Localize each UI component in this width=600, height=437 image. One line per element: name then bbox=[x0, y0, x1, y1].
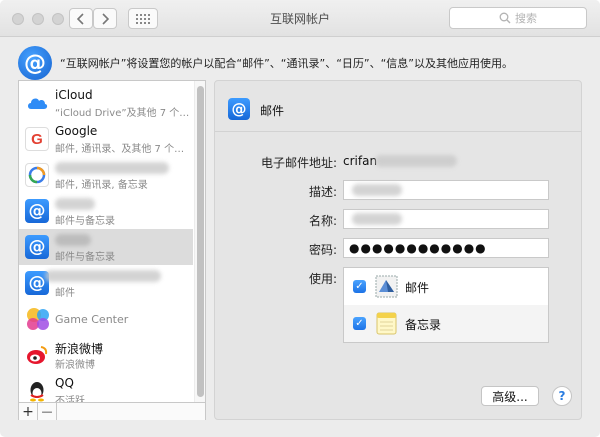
mail-checkbox[interactable]: ✓ bbox=[353, 280, 366, 293]
use-apps-list: ✓ 邮件 ✓ 备忘录 bbox=[343, 267, 549, 343]
account-detail: 邮件, 通讯录, 备忘录 bbox=[55, 180, 148, 191]
account-detail: 邮件与备忘录 bbox=[55, 216, 115, 227]
email-address-value: crifan bbox=[343, 154, 378, 168]
description-field[interactable] bbox=[343, 180, 549, 200]
account-list[interactable]: iCloud “iCloud Drive”及其他 7 个… G Google 邮… bbox=[18, 80, 206, 420]
redacted-account-name bbox=[55, 234, 91, 246]
account-list-scrollbar[interactable] bbox=[194, 81, 205, 402]
account-name: Google bbox=[55, 124, 98, 138]
info-description: “互联网帐户”将设置您的帐户以配合“邮件”、“通讯录”、“日历”、“信息”以及其… bbox=[60, 57, 513, 70]
remove-account-button[interactable]: — bbox=[38, 403, 57, 420]
redacted-email bbox=[375, 155, 457, 167]
title-bar: 互联网帐户 搜索 bbox=[0, 0, 600, 37]
account-detail: 邮件, 通讯录、及其他 7 个… bbox=[55, 144, 185, 155]
game-center-icon bbox=[25, 307, 49, 331]
redacted-account-name bbox=[55, 198, 95, 210]
at-mail-icon: @ bbox=[228, 98, 250, 120]
help-button[interactable]: ? bbox=[552, 386, 572, 406]
at-mail-icon: @ bbox=[25, 235, 49, 259]
search-icon bbox=[499, 12, 511, 24]
search-field[interactable]: 搜索 bbox=[449, 7, 587, 29]
account-detail: 邮件 bbox=[55, 288, 75, 299]
account-item-google[interactable]: G Google 邮件, 通讯录、及其他 7 个… bbox=[19, 121, 193, 157]
name-label: 名称: bbox=[308, 214, 337, 228]
account-item-mail-2-selected[interactable]: @ 邮件与备忘录 bbox=[19, 229, 193, 265]
mail-stamp-icon bbox=[374, 274, 399, 299]
account-item-game-center[interactable]: Game Center bbox=[19, 301, 193, 337]
notes-app-label: 备忘录 bbox=[405, 318, 442, 332]
notes-checkbox[interactable]: ✓ bbox=[353, 317, 366, 330]
qq-icon bbox=[25, 379, 49, 403]
account-name: QQ bbox=[55, 376, 74, 390]
account-item-mail-3[interactable]: @ 邮件 bbox=[19, 265, 193, 301]
icloud-icon bbox=[25, 91, 49, 115]
advanced-button[interactable]: 高级... bbox=[481, 386, 539, 406]
mail-app-label: 邮件 bbox=[405, 281, 430, 295]
account-detail: 新浪微博 bbox=[55, 360, 95, 371]
list-toolbar: + — bbox=[19, 402, 205, 420]
scroll-thumb[interactable] bbox=[197, 86, 204, 397]
detail-title: 邮件 bbox=[260, 104, 285, 118]
account-name: 新浪微博 bbox=[55, 342, 104, 356]
name-field[interactable] bbox=[343, 209, 549, 229]
exchange-icon bbox=[25, 163, 49, 187]
internet-accounts-icon: @ bbox=[18, 46, 52, 80]
password-field[interactable]: ●●●●●●●●●●●● bbox=[343, 238, 549, 258]
add-account-button[interactable]: + bbox=[19, 403, 38, 420]
redacted-account-name bbox=[45, 270, 161, 282]
detail-header: @ 邮件 bbox=[215, 81, 581, 132]
password-value: ●●●●●●●●●●●● bbox=[349, 241, 487, 255]
weibo-icon bbox=[25, 343, 49, 367]
use-app-mail[interactable]: ✓ 邮件 bbox=[344, 268, 548, 305]
description-label: 描述: bbox=[308, 185, 337, 199]
account-detail-panel: @ 邮件 电子邮件地址: crifan 描述: 名称: 密码: ●●●●●●●●… bbox=[214, 80, 582, 420]
account-item-icloud[interactable]: iCloud “iCloud Drive”及其他 7 个… bbox=[19, 85, 193, 121]
use-label: 使用: bbox=[308, 272, 337, 286]
use-app-notes[interactable]: ✓ 备忘录 bbox=[344, 305, 548, 342]
search-placeholder: 搜索 bbox=[515, 12, 537, 25]
email-address-label: 电子邮件地址: bbox=[260, 156, 337, 170]
notes-icon bbox=[374, 311, 399, 336]
account-name: Game Center bbox=[55, 313, 129, 326]
account-item-mail-1[interactable]: @ 邮件与备忘录 bbox=[19, 193, 193, 229]
account-item-exchange[interactable]: 邮件, 通讯录, 备忘录 bbox=[19, 157, 193, 193]
password-label: 密码: bbox=[308, 243, 337, 257]
internet-accounts-window: 互联网帐户 搜索 @ “互联网帐户”将设置您的帐户以配合“邮件”、“通讯录”、“… bbox=[0, 0, 600, 437]
account-detail: “iCloud Drive”及其他 7 个… bbox=[55, 108, 190, 119]
at-mail-icon: @ bbox=[25, 199, 49, 223]
account-item-weibo[interactable]: 新浪微博 新浪微博 bbox=[19, 337, 193, 373]
redacted-account-name bbox=[55, 162, 169, 174]
redacted-description bbox=[352, 184, 402, 196]
account-name: iCloud bbox=[55, 88, 93, 102]
google-icon: G bbox=[25, 127, 49, 151]
account-detail: 邮件与备忘录 bbox=[55, 252, 115, 263]
redacted-name bbox=[352, 213, 402, 225]
